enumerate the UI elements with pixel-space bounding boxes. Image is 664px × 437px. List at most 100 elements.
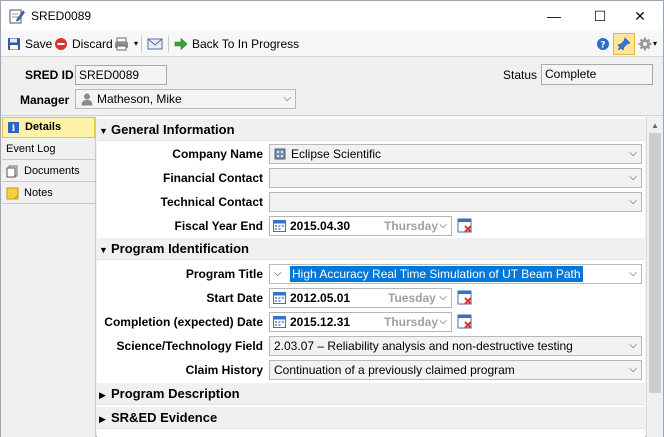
calendar-clear-icon[interactable] — [457, 218, 473, 234]
discard-label: Discard — [72, 37, 113, 51]
toolbar-separator — [168, 36, 169, 52]
section-program-identification[interactable]: ▼ Program Identification — [97, 238, 645, 260]
claim-history-value: Continuation of a previously claimed pro… — [274, 363, 515, 377]
collapse-triangle-icon: ▼ — [99, 126, 108, 136]
minimize-button[interactable]: — — [531, 1, 577, 31]
gear-icon — [638, 37, 652, 51]
program-title-value[interactable]: High Accuracy Real Time Simulation of UT… — [290, 266, 583, 282]
calendar-clear-icon[interactable] — [457, 290, 473, 306]
close-button[interactable]: ✕ — [617, 1, 663, 31]
section-sred-evidence[interactable]: ▶ SR&ED Evidence — [97, 407, 645, 429]
start-date-value: 2012.05.01 — [290, 291, 351, 305]
user-icon — [81, 93, 93, 106]
expand-triangle-icon: ▶ — [99, 414, 106, 424]
toolbar-separator — [141, 36, 142, 52]
science-field-value: 2.03.07 – Reliability analysis and non-d… — [274, 339, 573, 353]
claim-history-select[interactable]: Continuation of a previously claimed pro… — [269, 360, 642, 380]
section-general-information[interactable]: ▼ General Information — [97, 119, 645, 141]
start-date-picker[interactable]: 2012.05.01 Tuesday ⌵ — [269, 288, 452, 308]
settings-button[interactable]: ▾ — [638, 35, 657, 53]
sred-id-label: SRED ID — [25, 68, 74, 82]
completion-date-day: Thursday — [384, 315, 439, 329]
company-name-value: Eclipse Scientific — [291, 147, 382, 161]
envelope-icon — [147, 38, 163, 50]
help-icon: ? — [597, 38, 609, 51]
fiscal-year-end-day: Thursday — [384, 219, 439, 233]
science-field-select[interactable]: 2.03.07 – Reliability analysis and non-d… — [269, 336, 642, 356]
section-title: SR&ED Evidence — [111, 410, 218, 425]
details-panel: ▼ General Information Company Name Eclips… — [97, 117, 645, 437]
sred-id-field[interactable]: SRED0089 — [75, 65, 167, 85]
details-icon: i — [8, 122, 19, 134]
edit-document-icon — [9, 9, 25, 24]
calendar-clear-icon[interactable] — [457, 314, 473, 330]
manager-value: Matheson, Mike — [97, 92, 182, 106]
status-field[interactable]: Complete — [541, 64, 653, 85]
section-title: General Information — [111, 122, 235, 137]
print-button[interactable]: ▾ — [114, 35, 138, 53]
scroll-up-icon[interactable]: ▲ — [651, 121, 659, 130]
science-field-label: Science/Technology Field — [116, 339, 263, 353]
nav-label: Details — [25, 121, 62, 133]
start-date-label: Start Date — [206, 291, 263, 305]
manager-label: Manager — [20, 93, 70, 107]
chevron-down-icon: ⌵ — [283, 93, 291, 104]
financial-contact-label: Financial Contact — [162, 171, 263, 185]
fiscal-year-end-label: Fiscal Year End — [174, 219, 264, 233]
chevron-down-icon: ⌵ — [274, 268, 282, 279]
building-icon — [274, 148, 286, 160]
section-program-description[interactable]: ▶ Program Description — [97, 383, 645, 405]
record-header: SRED ID SRED0089 Status Complete Manager… — [1, 58, 663, 116]
discard-button[interactable]: Discard — [54, 35, 113, 53]
floppy-disk-icon — [8, 38, 20, 50]
scrollbar-thumb[interactable] — [649, 133, 661, 393]
pin-icon — [617, 37, 631, 51]
claim-history-label: Claim History — [185, 363, 263, 377]
arrow-right-icon — [174, 37, 188, 51]
back-label: Back To In Progress — [192, 37, 300, 51]
calendar-icon — [273, 292, 286, 304]
completion-date-picker[interactable]: 2015.12.31 Thursday ⌵ — [269, 312, 452, 332]
company-name-select[interactable]: Eclipse Scientific ⌵ — [269, 144, 642, 164]
chevron-down-icon: ▾ — [653, 39, 658, 48]
section-title: Program Description — [111, 386, 240, 401]
program-title-select[interactable]: ⌵ High Accuracy Real Time Simulation of … — [269, 264, 642, 284]
save-label: Save — [25, 37, 53, 51]
chevron-down-icon: ⌵ — [439, 220, 447, 231]
calendar-icon — [273, 316, 286, 328]
manager-select[interactable]: Matheson, Mike ⌵ — [75, 89, 296, 109]
start-date-day: Tuesday — [388, 291, 436, 305]
save-button[interactable]: Save — [7, 35, 52, 53]
chevron-down-icon: ⌵ — [439, 316, 447, 327]
help-button[interactable]: ? — [596, 35, 614, 53]
completion-date-value: 2015.12.31 — [290, 315, 351, 329]
window-title: SRED0089 — [31, 9, 92, 23]
cancel-icon — [55, 38, 67, 50]
chevron-down-icon: ⌵ — [629, 268, 637, 279]
chevron-down-icon: ⌵ — [629, 364, 637, 375]
chevron-down-icon: ⌵ — [629, 340, 637, 351]
chevron-down-icon: ⌵ — [439, 292, 447, 303]
chevron-down-icon: ▾ — [134, 39, 139, 48]
program-title-label: Program Title — [185, 267, 263, 281]
pin-toggle-button[interactable] — [613, 33, 635, 55]
completion-date-label: Completion (expected) Date — [104, 315, 263, 329]
technical-contact-select[interactable]: ⌵ — [269, 192, 642, 212]
email-button[interactable] — [147, 35, 167, 53]
status-label: Status — [503, 68, 538, 82]
fiscal-year-end-value: 2015.04.30 — [290, 219, 351, 233]
back-to-in-progress-button[interactable]: Back To In Progress — [174, 35, 299, 53]
expand-triangle-icon: ▶ — [99, 390, 106, 400]
app-window: SRED0089 — ☐ ✕ Save Discard ▾ Back To In… — [0, 0, 664, 437]
toolbar: Save Discard ▾ Back To In Progress ? ▾ — [1, 31, 663, 57]
svg-text:?: ? — [600, 41, 605, 51]
nav-item-details[interactable]: i Details — [2, 117, 95, 138]
fiscal-year-end-picker[interactable]: 2015.04.30 Thursday ⌵ — [269, 216, 452, 236]
chevron-down-icon: ⌵ — [629, 196, 637, 207]
company-name-label: Company Name — [172, 147, 263, 161]
calendar-icon — [273, 220, 286, 232]
technical-contact-label: Technical Contact — [160, 195, 263, 209]
vertical-scrollbar[interactable]: ▲ — [646, 117, 663, 437]
printer-icon — [115, 37, 128, 51]
financial-contact-select[interactable]: ⌵ — [269, 168, 642, 188]
